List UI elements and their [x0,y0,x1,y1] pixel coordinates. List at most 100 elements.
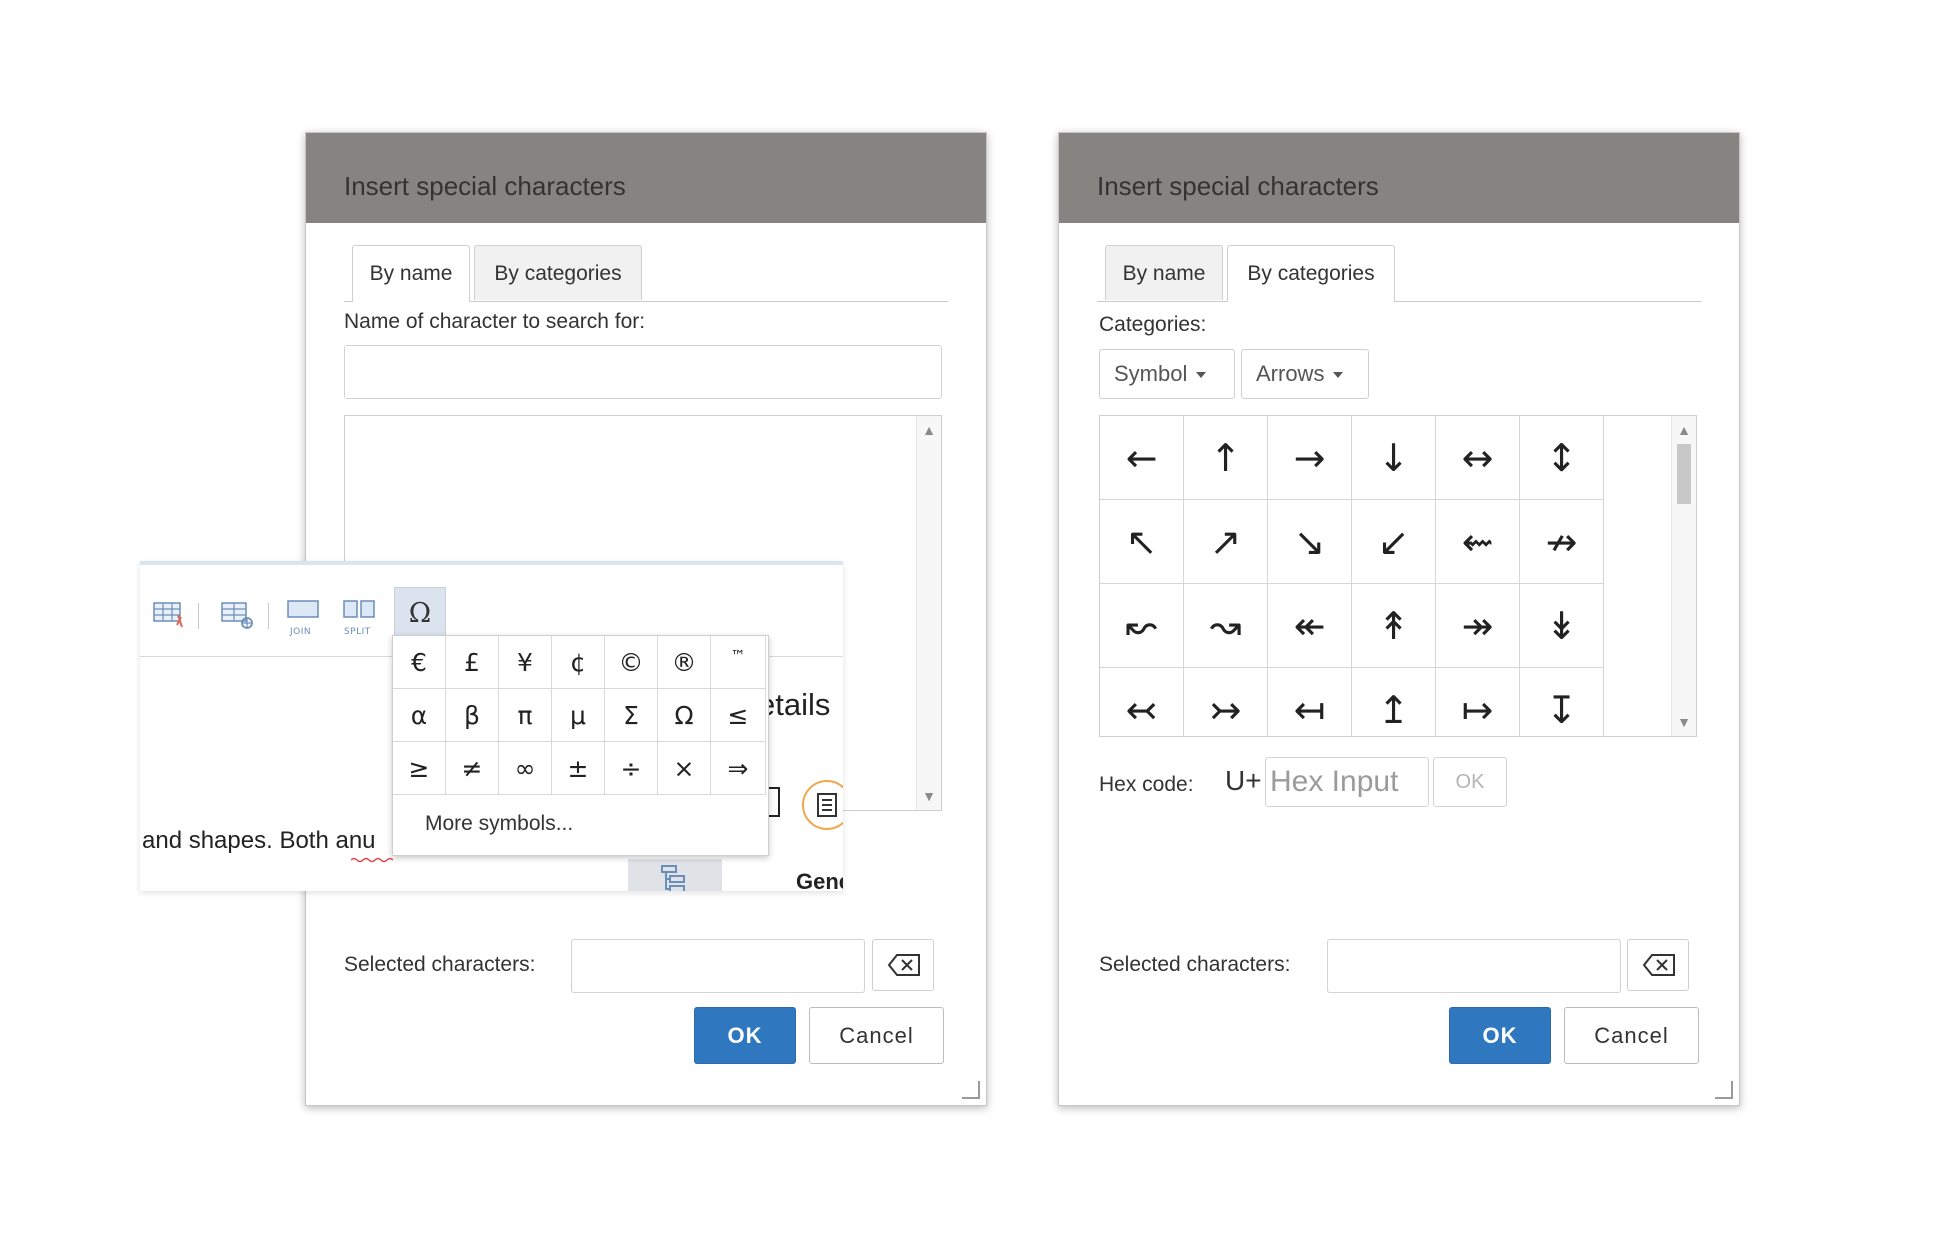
split-caption: SPLIT [344,627,371,637]
character-cell[interactable]: ↗ [1184,500,1268,584]
tree-view-button[interactable] [628,859,722,891]
character-cell[interactable]: ↛ [1520,500,1604,584]
character-cell[interactable]: ↝ [1184,584,1268,668]
symbol-cell[interactable]: β [446,689,499,742]
symbol-cell[interactable]: ± [552,742,605,795]
character-cell[interactable]: ↜ [1100,584,1184,668]
dialog-header[interactable]: Insert special characters [1059,133,1739,223]
cell-properties-icon[interactable] [220,601,256,631]
chevron-down-icon [1196,372,1207,379]
symbol-cell[interactable]: μ [552,689,605,742]
dialog-title: Insert special characters [344,171,626,201]
grid-scrollbar[interactable]: ▲ ▼ [1671,416,1696,736]
character-cell[interactable]: ↘ [1268,500,1352,584]
symbol-cell[interactable]: Σ [605,689,658,742]
symbol-cell[interactable]: £ [446,636,499,689]
character-cell[interactable]: ↤ [1268,668,1352,736]
symbol-cell[interactable]: ≠ [446,742,499,795]
backspace-icon [1642,954,1675,976]
symbol-cell[interactable]: Ω [658,689,711,742]
insert-symbol-omega-icon[interactable]: Ω [394,587,446,639]
hex-ok-button[interactable]: OK [1433,757,1507,807]
character-cell[interactable]: ↧ [1520,668,1604,736]
join-caption: JOIN [290,627,312,637]
category-select[interactable]: Symbol [1099,349,1235,399]
character-cell[interactable]: ⇜ [1436,500,1520,584]
scroll-up-arrow-icon[interactable]: ▲ [1672,420,1696,440]
cancel-button[interactable]: Cancel [1564,1007,1699,1064]
insert-special-characters-dialog-by-categories: Insert special characters By name By cat… [1058,132,1740,1106]
character-cell[interactable]: ← [1100,416,1184,500]
symbol-cell[interactable]: ⇒ [711,742,766,795]
scroll-down-arrow-icon[interactable]: ▼ [1672,712,1696,732]
document-text: and shapes. Both anu [142,827,376,854]
symbol-cell[interactable]: ÷ [605,742,658,795]
merge-cells-icon[interactable] [286,597,320,623]
symbol-cell[interactable]: π [499,689,552,742]
scroll-up-arrow-icon[interactable]: ▲ [917,420,941,440]
symbol-cell[interactable]: ≥ [393,742,446,795]
symbol-cell[interactable]: ® [658,636,711,689]
hex-input[interactable]: Hex Input [1265,757,1429,807]
tab-by-categories[interactable]: By categories [1227,245,1395,302]
resize-grip-icon[interactable] [1715,1081,1733,1099]
ok-button[interactable]: OK [1449,1007,1551,1064]
tab-bar: By name By categories [1097,245,1701,302]
search-input[interactable] [344,345,942,399]
symbol-cell[interactable]: € [393,636,446,689]
symbol-cell[interactable]: ¥ [499,636,552,689]
hex-prefix: U+ [1225,765,1262,796]
selected-characters-input[interactable] [571,939,865,993]
character-cell[interactable]: ↢ [1100,668,1184,736]
symbol-cell[interactable]: × [658,742,711,795]
scroll-thumb[interactable] [1677,444,1691,504]
symbol-cell[interactable]: ¢ [552,636,605,689]
document-list-icon[interactable] [802,780,843,830]
table-properties-icon[interactable] [152,601,188,631]
symbol-cell[interactable]: ∞ [499,742,552,795]
spellcheck-underline [351,857,393,863]
split-cells-icon[interactable] [342,597,376,623]
chevron-down-icon [1333,372,1344,379]
character-cell[interactable]: ↔ [1436,416,1520,500]
character-cell[interactable]: ↠ [1436,584,1520,668]
symbol-cell[interactable]: α [393,689,446,742]
character-cell[interactable]: ↥ [1352,668,1436,736]
character-cell[interactable]: ↑ [1184,416,1268,500]
tree-structure-icon [661,865,685,891]
tab-by-name[interactable]: By name [352,245,470,302]
resize-grip-icon[interactable] [962,1081,980,1099]
symbol-cell[interactable]: © [605,636,658,689]
clear-selection-button[interactable] [872,939,934,991]
character-cell[interactable]: ↣ [1184,668,1268,736]
character-cell[interactable]: ↙ [1352,500,1436,584]
character-cell[interactable]: → [1268,416,1352,500]
character-cell[interactable]: ↓ [1352,416,1436,500]
symbol-cell[interactable]: ™ [711,636,766,689]
subcategory-select-value: Arrows [1256,361,1325,386]
cancel-button[interactable]: Cancel [809,1007,944,1064]
selected-characters-input[interactable] [1327,939,1621,993]
tab-by-name[interactable]: By name [1105,245,1223,300]
subcategory-select[interactable]: Arrows [1241,349,1369,399]
character-cell[interactable]: ↖ [1100,500,1184,584]
symbol-cell[interactable]: ≤ [711,689,766,742]
clear-selection-button[interactable] [1627,939,1689,991]
character-cell[interactable]: ↦ [1436,668,1520,736]
more-symbols-link[interactable]: More symbols... [425,812,573,836]
ok-button[interactable]: OK [694,1007,796,1064]
character-cell[interactable]: ↟ [1352,584,1436,668]
character-cell[interactable]: ↕ [1520,416,1604,500]
document-text: Gene [796,869,843,891]
character-grid[interactable]: ← ↑ → ↓ ↔ ↕ ↖ ↗ ↘ ↙ ⇜ ↛ ↜ ↝ ↞ ↟ ↠ ↡ ↢ ↣ ↤ ↥ ↦ ↧ ▲ ▼ [1099,415,1697,737]
character-cell[interactable]: ↞ [1268,584,1352,668]
scroll-down-arrow-icon[interactable]: ▼ [917,786,941,806]
backspace-icon [887,954,920,976]
dialog-header[interactable]: Insert special characters [306,133,986,223]
editor-symbol-popup: and shapes. Both anu etails Gene [140,561,843,891]
tab-by-categories[interactable]: By categories [474,245,642,300]
results-scrollbar[interactable]: ▲ ▼ [916,416,941,810]
hex-code-label: Hex code: [1099,773,1194,796]
character-cell[interactable]: ↡ [1520,584,1604,668]
categories-label: Categories: [1099,313,1207,336]
